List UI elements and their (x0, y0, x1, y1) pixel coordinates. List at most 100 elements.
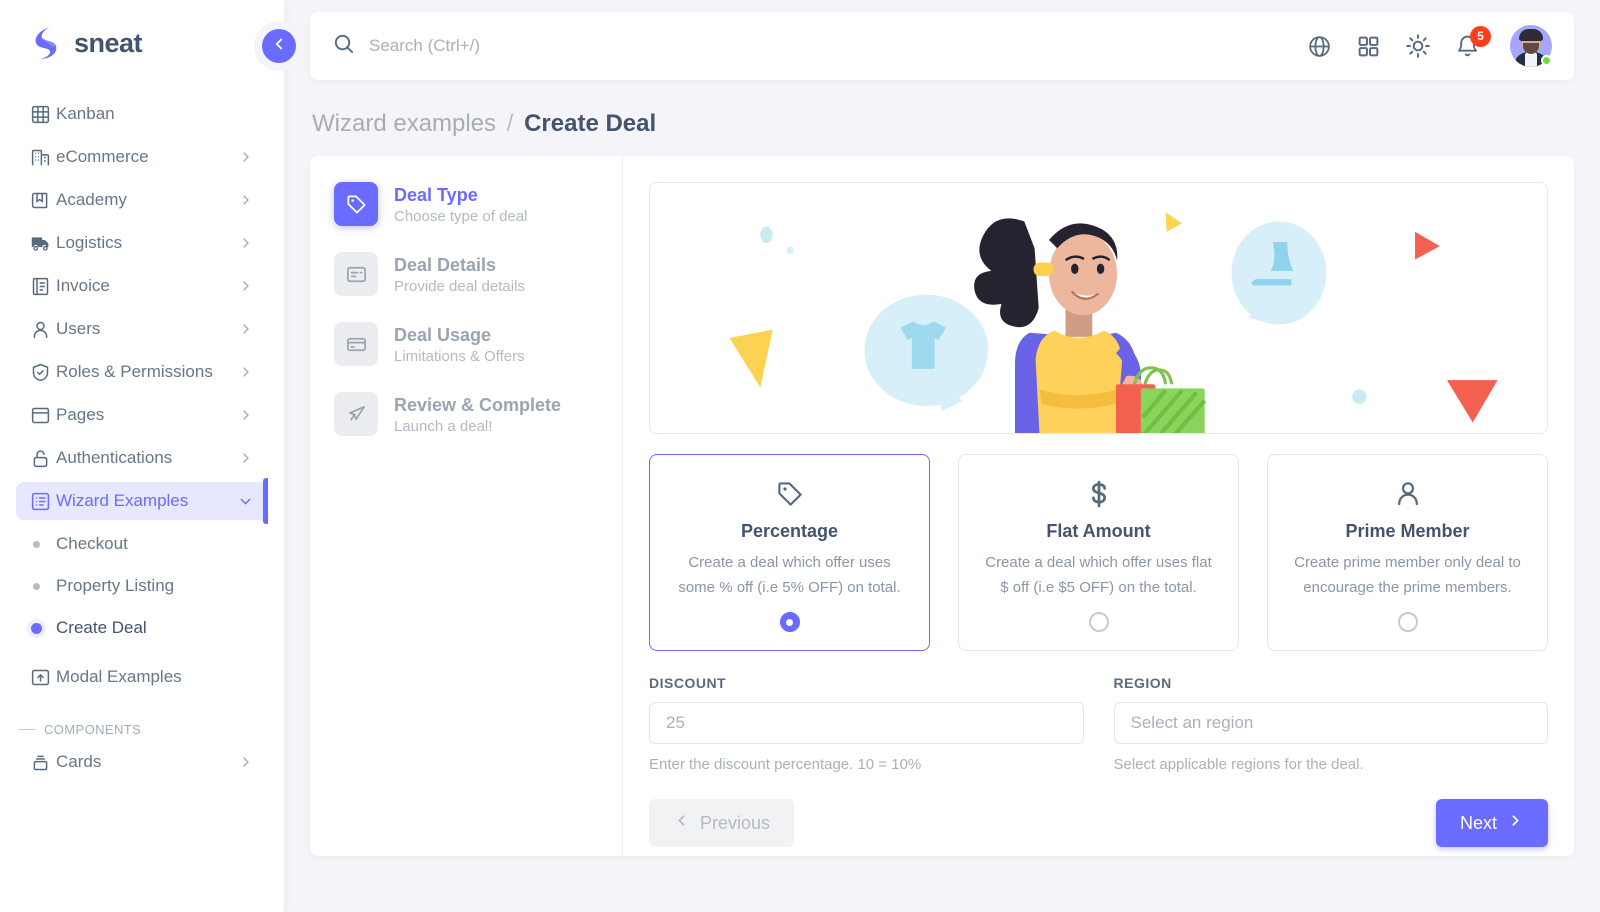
sidebar-item-academy[interactable]: Academy (16, 181, 268, 219)
deal-type-radio-flat-amount[interactable] (1088, 612, 1109, 633)
chevron-left-icon (270, 35, 288, 58)
sidebar-item-label: Logistics (56, 233, 123, 252)
sneat-logo-icon (30, 26, 62, 60)
sidebar-subitem-label: Create Deal (56, 618, 147, 637)
chevron-down-icon (237, 493, 254, 510)
sidebar-subitem-property-listing[interactable]: Property Listing (16, 568, 268, 604)
sidebar-item-users[interactable]: Users (16, 310, 268, 348)
sidebar-item-label: eCommerce (56, 147, 149, 166)
discount-label: DISCOUNT (649, 675, 727, 692)
rocket-icon (334, 392, 378, 436)
next-button[interactable]: Next (1435, 799, 1548, 848)
deal-type-options: Percentage Create a deal which offer use… (649, 454, 1548, 652)
wizard-step-title: Deal Type (394, 185, 478, 205)
deal-type-description: Create a deal which offer uses flat $ of… (985, 554, 1212, 597)
apps-grid-icon[interactable] (1356, 34, 1381, 59)
sidebar-subitem-create-deal[interactable]: Create Deal (16, 610, 268, 646)
region-select[interactable]: Select an region (1113, 702, 1548, 745)
theme-sun-icon[interactable] (1405, 33, 1431, 59)
navbar-actions: 5 (1307, 25, 1552, 67)
sidebar-item-label: Wizard Examples (56, 491, 189, 510)
wizard-step-deal-usage[interactable]: Deal Usage Limitations & Offers (334, 322, 602, 366)
previous-button[interactable]: Previous (649, 799, 795, 848)
breadcrumb: Wizard examples / Create Deal (310, 80, 1574, 156)
deal-type-title: Prime Member (1345, 521, 1470, 541)
wizard-fields: DISCOUNT Enter the discount percentage. … (649, 675, 1548, 773)
notification-badge: 5 (1470, 25, 1491, 47)
deal-type-description: Create a deal which offer uses some % of… (678, 554, 901, 597)
wizard-step-subtitle: Provide deal details (394, 278, 525, 296)
brand-name: sneat (74, 27, 143, 58)
discount-input[interactable] (649, 702, 1084, 745)
breadcrumb-parent[interactable]: Wizard examples (312, 110, 496, 137)
region-field-group: REGION Select an region Select applicabl… (1113, 675, 1548, 774)
sidebar-item-logistics[interactable]: Logistics (16, 224, 268, 262)
search-container[interactable] (332, 32, 1307, 60)
chevron-right-icon (238, 450, 254, 466)
wizard-card: Deal Type Choose type of deal Deal Detai… (310, 156, 1574, 856)
discount-field-group: DISCOUNT Enter the discount percentage. … (649, 675, 1084, 773)
sidebar-item-wizard-examples[interactable]: Wizard Examples (16, 478, 268, 524)
sidebar-item-label: Users (56, 319, 101, 338)
user-avatar-button[interactable] (1510, 25, 1552, 67)
page-title: Create Deal (524, 110, 657, 137)
previous-button-label: Previous (700, 812, 771, 833)
search-input[interactable] (369, 36, 789, 56)
sidebar-item-pages[interactable]: Pages (16, 396, 268, 434)
top-navbar: 5 (310, 12, 1574, 80)
sidebar-item-authentications[interactable]: Authentications (16, 439, 268, 477)
chevron-right-icon (238, 278, 254, 294)
sidebar-item-label: Roles & Permissions (56, 362, 213, 381)
chevron-right-icon (238, 754, 254, 770)
deal-type-radio-prime-member[interactable] (1397, 612, 1418, 633)
wizard-step-review-complete[interactable]: Review & Complete Launch a deal! (334, 392, 602, 436)
wizard-step-deal-type[interactable]: Deal Type Choose type of deal (334, 182, 602, 226)
chevron-right-icon (238, 364, 254, 380)
language-globe-icon[interactable] (1307, 34, 1332, 59)
chevron-right-icon (238, 235, 254, 251)
wizard-step-subtitle: Launch a deal! (394, 418, 493, 436)
bullet-dot-active-icon (30, 622, 56, 634)
sidebar-item-label: Cards (56, 752, 102, 771)
shopping-woman-illustration (649, 182, 1548, 434)
sidebar-item-cards[interactable]: Cards (16, 743, 268, 781)
window-icon (30, 405, 56, 426)
deal-type-option-prime-member[interactable]: Prime Member Create prime member only de… (1267, 454, 1548, 652)
sidebar-collapse-button[interactable] (262, 29, 296, 63)
sidebar-subitem-checkout[interactable]: Checkout (16, 526, 268, 562)
wizard-step-title: Deal Usage (394, 325, 492, 345)
notifications-bell-icon[interactable]: 5 (1455, 25, 1491, 59)
brand-header[interactable]: sneat (0, 0, 284, 82)
wizard-step-title: Review & Complete (394, 395, 562, 415)
region-help-text: Select applicable regions for the deal. (1113, 756, 1364, 774)
section-divider (18, 729, 36, 730)
region-label: REGION (1113, 675, 1172, 692)
sidebar-item-roles-permissions[interactable]: Roles & Permissions (16, 353, 268, 391)
document-text-icon (334, 252, 378, 296)
discount-help-text: Enter the discount percentage. 10 = 10% (649, 756, 922, 774)
sidebar-section-components: COMPONENTS (16, 722, 268, 737)
sidebar-item-label: Authentications (56, 448, 173, 467)
sidebar-item-modal-examples[interactable]: Modal Examples (16, 658, 268, 696)
chevron-right-icon (238, 149, 254, 165)
wizard-navigation-buttons: Previous Next (649, 799, 1548, 848)
sidebar-item-ecommerce[interactable]: eCommerce (16, 138, 268, 176)
deal-type-option-percentage[interactable]: Percentage Create a deal which offer use… (649, 454, 930, 652)
wizard-step-subtitle: Choose type of deal (394, 208, 528, 226)
sidebar-item-kanban[interactable]: Kanban (16, 95, 268, 133)
kanban-grid-icon (30, 104, 56, 125)
shield-check-icon (30, 362, 56, 383)
sidebar-subitem-label: Checkout (56, 534, 128, 553)
cards-icon (30, 752, 56, 773)
deal-type-option-flat-amount[interactable]: Flat Amount Create a deal which offer us… (958, 454, 1239, 652)
sidebar-item-invoice[interactable]: Invoice (16, 267, 268, 305)
dollar-icon (979, 477, 1218, 511)
sidebar: sneat Kanban eCommerce Academy Logistics… (0, 0, 296, 912)
breadcrumb-separator: / (506, 110, 514, 137)
next-button-label: Next (1459, 812, 1497, 833)
wizard-step-deal-details[interactable]: Deal Details Provide deal details (334, 252, 602, 296)
deal-type-radio-percentage[interactable] (779, 612, 800, 633)
truck-icon (30, 233, 56, 254)
wizard-form-pane: Percentage Create a deal which offer use… (623, 156, 1574, 856)
tag-icon (670, 477, 909, 511)
